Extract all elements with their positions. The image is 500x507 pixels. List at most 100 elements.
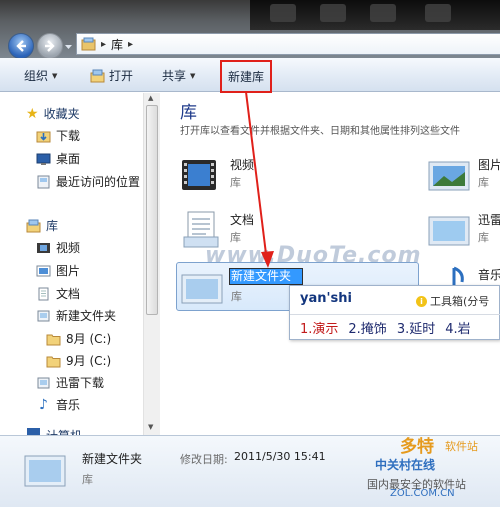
details-name: 新建文件夹 xyxy=(82,452,143,466)
watermark-text: www.DuoTe.com xyxy=(205,243,422,268)
watermark-sub: 软件站 xyxy=(445,440,478,453)
sidebar-item-label: 视频 xyxy=(56,241,81,255)
tile-type: 库 xyxy=(230,176,241,189)
scroll-up-arrow-icon[interactable]: ▲ xyxy=(148,94,153,102)
tile-name: 迅雷 xyxy=(478,213,500,227)
sidebar-item-drive-aug[interactable]: 8月 (C:) xyxy=(46,330,111,347)
desktop-icon xyxy=(36,153,51,165)
star-icon: ★ xyxy=(26,105,39,122)
video-library-icon xyxy=(182,160,216,190)
arrow-left-icon xyxy=(16,40,26,52)
scrollbar-thumb[interactable] xyxy=(146,105,158,315)
ime-toolbox-label: 工具箱(分号 xyxy=(430,295,490,308)
sidebar-item-favorites[interactable]: ★ 收藏夹 xyxy=(26,105,80,122)
open-label: 打开 xyxy=(109,69,134,83)
ime-candidate[interactable]: 1.演示 xyxy=(300,318,338,337)
pictures-library-icon xyxy=(36,265,51,276)
tile-name: 音乐 xyxy=(478,268,500,282)
sidebar-item-label: 收藏夹 xyxy=(43,107,80,121)
page-description: 打开库以查看文件并根据文件夹、日期和其他属性排列这些文件 xyxy=(180,126,460,137)
sidebar-item-label: 9月 (C:) xyxy=(66,354,112,368)
breadcrumb-separator[interactable]: ▸ xyxy=(128,39,133,50)
tile-type: 库 xyxy=(478,231,489,244)
computer-icon xyxy=(27,428,40,435)
share-label: 共享 xyxy=(162,69,187,83)
forward-button[interactable] xyxy=(37,33,63,59)
recent-places-icon xyxy=(37,175,50,188)
pictures-library-icon xyxy=(428,161,470,191)
arrow-right-icon xyxy=(45,40,55,52)
organize-label: 组织 xyxy=(24,69,49,83)
sidebar-item-label: 图片 xyxy=(56,264,81,278)
sidebar-item-thunder-downloads[interactable]: 迅雷下载 xyxy=(36,374,104,391)
ime-candidate[interactable]: 3.延时 xyxy=(397,318,435,337)
sidebar-item-videos[interactable]: 视频 xyxy=(36,239,80,256)
tile-type: 库 xyxy=(231,290,242,303)
ime-candidate-list: 1.演示 2.掩饰 3.延时 4.岩 xyxy=(290,314,500,340)
page-title: 库 xyxy=(180,103,197,123)
library-tile-pictures[interactable]: 图片 库 xyxy=(426,152,500,200)
sidebar-item-documents[interactable]: 文档 xyxy=(36,285,80,302)
new-library-icon xyxy=(37,310,50,321)
folder-icon xyxy=(46,334,61,345)
thunder-download-library-icon xyxy=(428,216,470,246)
sidebar-item-libraries[interactable]: 库 xyxy=(26,217,58,234)
video-library-icon xyxy=(37,242,50,253)
scroll-down-arrow-icon[interactable]: ▼ xyxy=(148,423,153,431)
sidebar-item-label: 库 xyxy=(46,219,59,233)
new-library-button[interactable]: 新建库 xyxy=(220,60,272,93)
ime-candidate[interactable]: 2.掩饰 xyxy=(348,318,386,337)
navigation-pane: ★ 收藏夹 下载 桌面 最近访问的位置 库 视频 图片 文档 新建文件夹 8月 … xyxy=(0,93,160,435)
sidebar-item-label: 新建文件夹 xyxy=(56,309,117,323)
sidebar-item-label: 文档 xyxy=(56,287,81,301)
sidebar-item-label: 迅雷下载 xyxy=(56,376,105,390)
sidebar-item-recent-places[interactable]: 最近访问的位置 xyxy=(36,173,140,190)
breadcrumb-library[interactable]: 库 xyxy=(111,36,123,53)
sidebar-item-computer[interactable]: 计算机 xyxy=(26,427,82,435)
chevron-down-icon: ▼ xyxy=(190,71,196,80)
watermark-url: ZOL.COM.CN xyxy=(390,488,455,499)
sidebar-item-label: 下载 xyxy=(56,129,81,143)
tile-name: 图片 xyxy=(478,158,500,172)
watermark-site: 中关村在线 xyxy=(375,458,436,472)
address-bar[interactable]: ▸ 库 ▸ xyxy=(76,33,500,55)
tile-name: 视频 xyxy=(230,158,255,172)
tile-name: 文档 xyxy=(230,213,255,227)
sidebar-item-new-folder[interactable]: 新建文件夹 xyxy=(36,307,116,324)
navigation-scrollbar[interactable]: ▲ ▼ xyxy=(143,93,160,435)
sidebar-item-drive-sep[interactable]: 9月 (C:) xyxy=(46,352,111,369)
library-tile-videos[interactable]: 视频 库 xyxy=(178,152,298,200)
library-tile-thunder[interactable]: 迅雷 库 xyxy=(426,207,500,255)
documents-library-icon xyxy=(38,287,49,300)
open-folder-icon xyxy=(90,69,105,82)
sidebar-item-label: 计算机 xyxy=(46,427,82,435)
rename-input[interactable]: 新建文件夹 xyxy=(229,268,303,285)
open-button[interactable]: 打开 xyxy=(90,67,133,84)
chevron-down-icon: ▼ xyxy=(52,71,58,80)
sidebar-item-downloads[interactable]: 下载 xyxy=(36,127,80,144)
library-icon xyxy=(81,37,96,51)
corner-watermark: 多特 软件站 中关村在线 国内最安全的软件站 ZOL.COM.CN xyxy=(345,430,500,507)
ime-candidate[interactable]: 4.岩 xyxy=(445,318,470,337)
sidebar-item-desktop[interactable]: 桌面 xyxy=(36,150,80,167)
ime-candidate-window: yan'shi i 工具箱(分号 1.演示 2.掩饰 3.延时 4.岩 xyxy=(289,285,500,340)
organize-button[interactable]: 组织 ▼ xyxy=(24,67,57,84)
thunder-download-library-icon xyxy=(37,377,50,388)
tile-type: 库 xyxy=(478,176,489,189)
share-button[interactable]: 共享 ▼ xyxy=(162,67,195,84)
new-library-icon xyxy=(181,274,223,304)
back-button[interactable] xyxy=(8,33,34,59)
sidebar-item-pictures[interactable]: 图片 xyxy=(36,262,80,279)
sidebar-item-label: 桌面 xyxy=(56,152,81,166)
rename-input-value[interactable]: 新建文件夹 xyxy=(230,269,302,284)
watermark-brand: 多特 xyxy=(400,437,434,457)
ime-toolbox[interactable]: i 工具箱(分号 xyxy=(416,293,489,309)
library-icon xyxy=(26,219,41,232)
folder-icon xyxy=(46,356,61,367)
sidebar-item-music[interactable]: ♪ 音乐 xyxy=(36,396,80,413)
breadcrumb-separator[interactable]: ▸ xyxy=(101,39,106,50)
ime-composition: yan'shi xyxy=(300,291,352,306)
recent-pages-dropdown-icon[interactable] xyxy=(64,42,73,51)
taskbar-glare xyxy=(250,0,500,30)
sidebar-item-label: 8月 (C:) xyxy=(66,332,112,346)
